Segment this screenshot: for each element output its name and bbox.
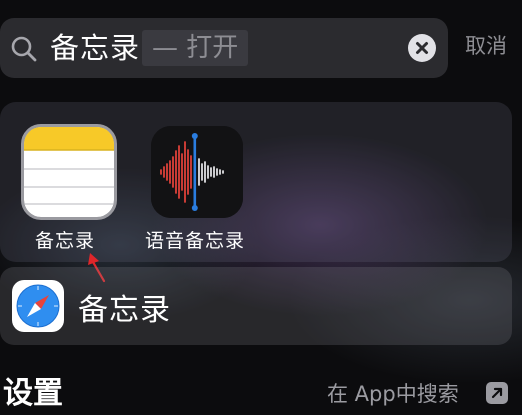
voice-memos-app-icon[interactable] [151,126,243,218]
top-hit-label: 备忘录 [78,293,171,328]
search-icon [11,36,37,62]
app-label-voice-memos: 语音备忘录 [144,230,245,252]
safari-icon [12,280,64,332]
section-title-settings: 设置 [3,376,63,411]
search-suggestion-open[interactable]: — 打开 [142,30,249,66]
search-in-app-link[interactable]: 在 App中搜索 [327,378,459,408]
clear-icon [416,42,428,54]
top-hit-row[interactable]: 备忘录 [0,267,512,345]
search-bar[interactable]: 备忘录 — 打开 [0,18,448,78]
cancel-button[interactable]: 取消 [465,30,507,60]
open-in-app-icon[interactable] [486,382,508,404]
app-label-notes: 备忘录 [34,230,95,252]
notes-app-icon[interactable] [21,124,117,220]
search-query-text[interactable]: 备忘录 [50,30,140,66]
app-suggestions-panel: 备忘录 语音备忘录 [0,102,512,262]
spotlight-screen: 备忘录 — 打开 取消 备忘录 语音备忘录 备忘录 设置 在 App中搜索 [0,0,522,415]
clear-search-button[interactable] [408,34,436,62]
